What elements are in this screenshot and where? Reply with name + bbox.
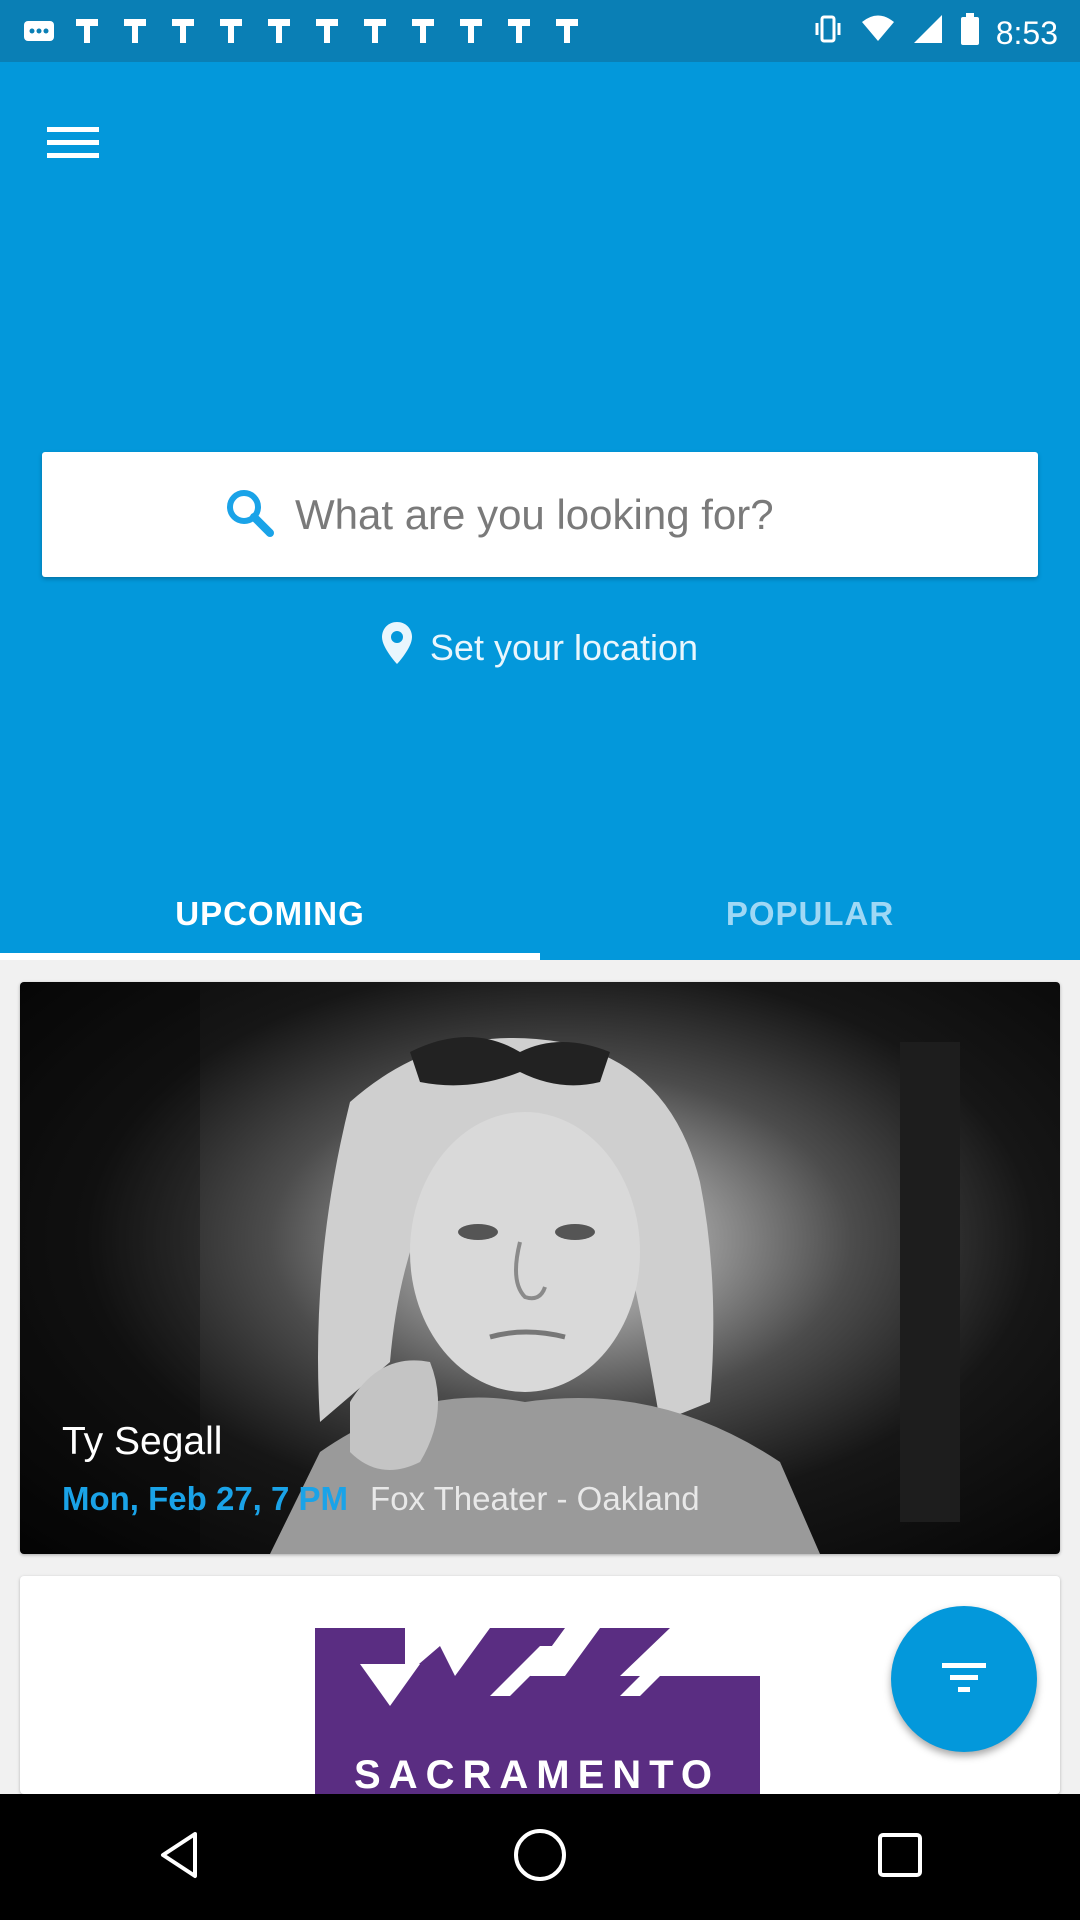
recents-button[interactable] — [840, 1797, 960, 1917]
tab-upcoming-label: UPCOMING — [175, 894, 365, 932]
event-photo — [20, 982, 960, 1554]
photo-icon — [358, 14, 392, 48]
event-date: Mon, Feb 27, 7 PM — [62, 1480, 349, 1517]
photo-icon — [502, 14, 536, 48]
home-button[interactable] — [480, 1797, 600, 1917]
home-icon — [510, 1825, 570, 1890]
signal-icon — [912, 13, 944, 53]
menu-icon — [47, 123, 99, 168]
tab-popular-label: POPULAR — [725, 894, 895, 932]
menu-button[interactable] — [40, 112, 106, 178]
tab-bar: UPCOMING POPULAR — [0, 867, 1080, 960]
photo-icon — [166, 14, 200, 48]
back-icon — [153, 1828, 207, 1887]
logo-text: SACRAMENTO — [354, 1753, 720, 1794]
photo-icon — [454, 14, 488, 48]
photo-icon — [214, 14, 248, 48]
event-title: Ty Segall — [62, 1420, 223, 1463]
tab-upcoming[interactable]: UPCOMING — [0, 867, 540, 960]
filter-button[interactable] — [891, 1606, 1037, 1752]
notification-icons — [22, 14, 584, 48]
back-button[interactable] — [120, 1797, 240, 1917]
clock: 8:53 — [995, 14, 1058, 51]
photo-icon — [118, 14, 152, 48]
header-hero: Set your location UPCOMING POPULAR — [0, 62, 1080, 960]
photo-icon — [262, 14, 296, 48]
search-bar[interactable] — [42, 452, 1038, 577]
wifi-icon — [860, 13, 896, 53]
photo-icon — [310, 14, 344, 48]
event-card[interactable]: Ty Segall Mon, Feb 27, 7 PM Fox Theater … — [20, 982, 1060, 1554]
search-input[interactable] — [293, 489, 857, 540]
filter-icon — [940, 1659, 988, 1700]
location-label: Set your location — [429, 626, 699, 668]
event-meta: Mon, Feb 27, 7 PM Fox Theater - Oakland — [62, 1480, 700, 1518]
vibrate-icon — [812, 13, 844, 53]
status-right: 8:53 — [812, 12, 1058, 54]
recents-icon — [875, 1830, 925, 1885]
system-nav-bar — [0, 1794, 1080, 1920]
photo-icon — [70, 14, 104, 48]
photo-icon — [406, 14, 440, 48]
status-bar: 8:53 — [0, 0, 1080, 62]
battery-icon — [960, 12, 980, 54]
set-location-link[interactable]: Set your location — [0, 622, 1080, 673]
search-icon — [223, 486, 275, 543]
event-venue: Fox Theater - Oakland — [370, 1480, 700, 1517]
more-icon — [22, 14, 56, 48]
photo-icon — [550, 14, 584, 48]
location-pin-icon — [381, 622, 412, 673]
tab-popular[interactable]: POPULAR — [540, 867, 1080, 960]
